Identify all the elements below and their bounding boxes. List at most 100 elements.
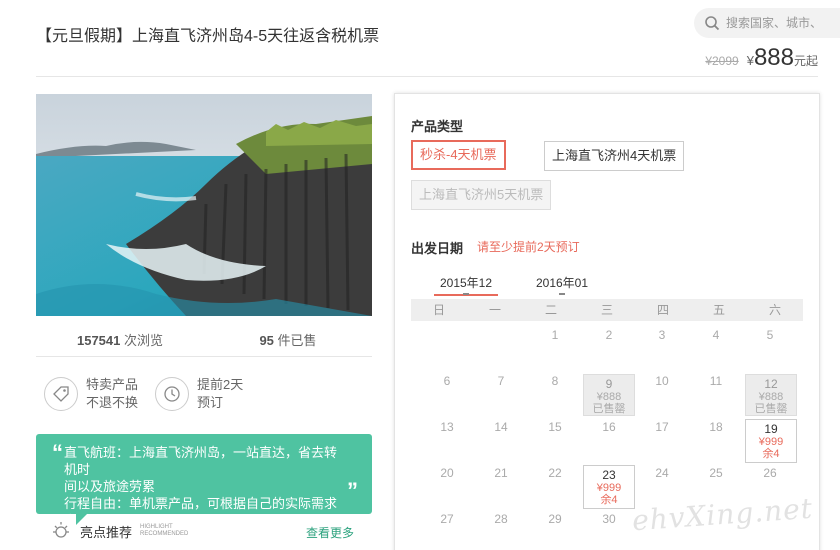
stats-divider	[36, 356, 372, 357]
day-number: 19	[764, 422, 778, 436]
day-number: 26	[763, 466, 777, 480]
highlight-header: 亮点推荐 HIGHLIGHT RECOMMENDED	[50, 520, 188, 542]
calendar-day: 17	[636, 412, 688, 456]
day-number: 18	[709, 420, 723, 434]
calendar-day: 27	[421, 504, 473, 548]
weekday-fri: 五	[712, 303, 725, 317]
highlight-label: 亮点推荐	[80, 524, 133, 540]
views-label: 次浏览	[120, 333, 163, 348]
day-number: 13	[440, 420, 454, 434]
day-number: 24	[655, 466, 669, 480]
day-number: 30	[602, 512, 616, 526]
header-divider	[36, 76, 818, 77]
calendar-day: 15	[529, 412, 581, 456]
calendar-day: 5	[744, 320, 796, 364]
calendar-day: 3	[636, 320, 688, 364]
see-more-link[interactable]: 查看更多	[306, 524, 354, 541]
calendar-day: 4	[690, 320, 742, 364]
month-tab-2015-12[interactable]: 2015年12	[431, 274, 501, 296]
sold-count: 95	[259, 333, 274, 348]
day-number: 7	[497, 374, 505, 388]
page-title: 【元旦假期】上海直飞济州岛4-5天往返含税机票	[36, 28, 380, 45]
day-number: 1	[551, 328, 559, 342]
day-number: 25	[709, 466, 723, 480]
calendar-day: 13	[421, 412, 473, 456]
day-number: 22	[548, 466, 562, 480]
calendar-day: 18	[690, 412, 742, 456]
day-number: 23	[602, 468, 616, 482]
feature-line2: 预订	[197, 395, 224, 410]
month-tab-dot	[559, 293, 565, 295]
calendar-day: 8	[529, 366, 581, 410]
day-number: 4	[712, 328, 720, 342]
calendar-day: 10	[636, 366, 688, 410]
calendar-day: 25	[690, 458, 742, 502]
day-number: 12	[764, 377, 778, 391]
calendar-day-available[interactable]: 23 ¥999 余4	[583, 465, 635, 509]
price-suffix: 元起	[793, 54, 818, 68]
calendar-day-soldout: 9 ¥888 已售罄	[583, 374, 635, 416]
weekday-header: 日 一 二 三 四 五 六	[411, 299, 803, 321]
calendar-day: 16	[583, 412, 635, 456]
search-input[interactable]	[726, 16, 840, 30]
month-tab-dot	[463, 293, 469, 295]
highlight-line3: 行程自由：单机票产品，可根据自己的实际需求安排	[64, 496, 338, 514]
day-number: 27	[440, 512, 454, 526]
calendar-day-available[interactable]: 19 ¥999 余4	[745, 419, 797, 463]
search-icon	[705, 16, 720, 31]
calendar-day: 20	[421, 458, 473, 502]
calendar-day: 11	[690, 366, 742, 410]
day-number: 10	[655, 374, 669, 388]
day-number: 3	[658, 328, 666, 342]
month-tab-label: 2016年01	[535, 276, 589, 290]
highlight-en1: HIGHLIGHT	[140, 524, 173, 530]
open-quote-icon: “	[52, 440, 63, 465]
day-number: 15	[548, 420, 562, 434]
weekday-thu: 四	[656, 303, 669, 317]
day-number: 16	[602, 420, 616, 434]
calendar-day: 14	[475, 412, 527, 456]
sun-icon	[53, 522, 69, 538]
departure-date-label: 出发日期	[411, 241, 464, 256]
day-number: 2	[605, 328, 613, 342]
price-block: ¥2099 ¥888元起	[705, 44, 818, 72]
weekday-mon: 一	[488, 303, 501, 317]
sold-label: 件已售	[273, 333, 317, 348]
sold-stat: 95 件已售	[204, 330, 372, 349]
day-status: 已售罄	[754, 403, 788, 415]
product-type-label: 产品类型	[411, 119, 464, 134]
highlight-en2: RECOMMENDED	[140, 531, 189, 537]
clock-icon	[155, 377, 189, 411]
day-number: 9	[605, 377, 613, 391]
views-stat: 157541 次浏览	[36, 330, 204, 349]
weekday-sun: 日	[432, 303, 445, 317]
product-option-direct-4day[interactable]: 上海直飞济州4天机票	[544, 141, 685, 171]
day-number: 11	[709, 374, 723, 388]
calendar-day: 6	[421, 366, 473, 410]
current-price: 888	[753, 44, 794, 71]
day-number: 29	[548, 512, 562, 526]
views-count: 157541	[76, 333, 121, 348]
weekday-tue: 二	[544, 303, 557, 317]
day-number: 5	[766, 328, 774, 342]
day-number: 21	[494, 466, 508, 480]
calendar-day: 22	[529, 458, 581, 502]
calendar-day: 2	[583, 320, 635, 364]
day-number: 6	[443, 374, 451, 388]
product-option-direct-5day[interactable]: 上海直飞济州5天机票	[411, 180, 552, 210]
price-currency: ¥	[746, 53, 754, 68]
search-box[interactable]	[694, 8, 840, 38]
feature-special-sale: 特卖产品 不退不换	[44, 376, 138, 412]
stats-row: 157541 次浏览 95 件已售	[36, 330, 372, 349]
close-quote-icon: ”	[347, 478, 358, 503]
feature-line2: 不退不换	[86, 395, 139, 410]
month-tab-2016-01[interactable]: 2016年01	[527, 274, 597, 295]
calendar-day: 21	[475, 458, 527, 502]
calendar-day: 30	[583, 504, 635, 548]
day-price: ¥888	[596, 391, 622, 403]
product-option-flash-4day[interactable]: 秒杀-4天机票	[411, 140, 506, 170]
calendar-day: 29	[529, 504, 581, 548]
feature-advance-booking: 提前2天 预订	[155, 376, 243, 412]
booking-hint: 请至少提前2天预订	[477, 240, 580, 254]
day-number: 8	[551, 374, 559, 388]
